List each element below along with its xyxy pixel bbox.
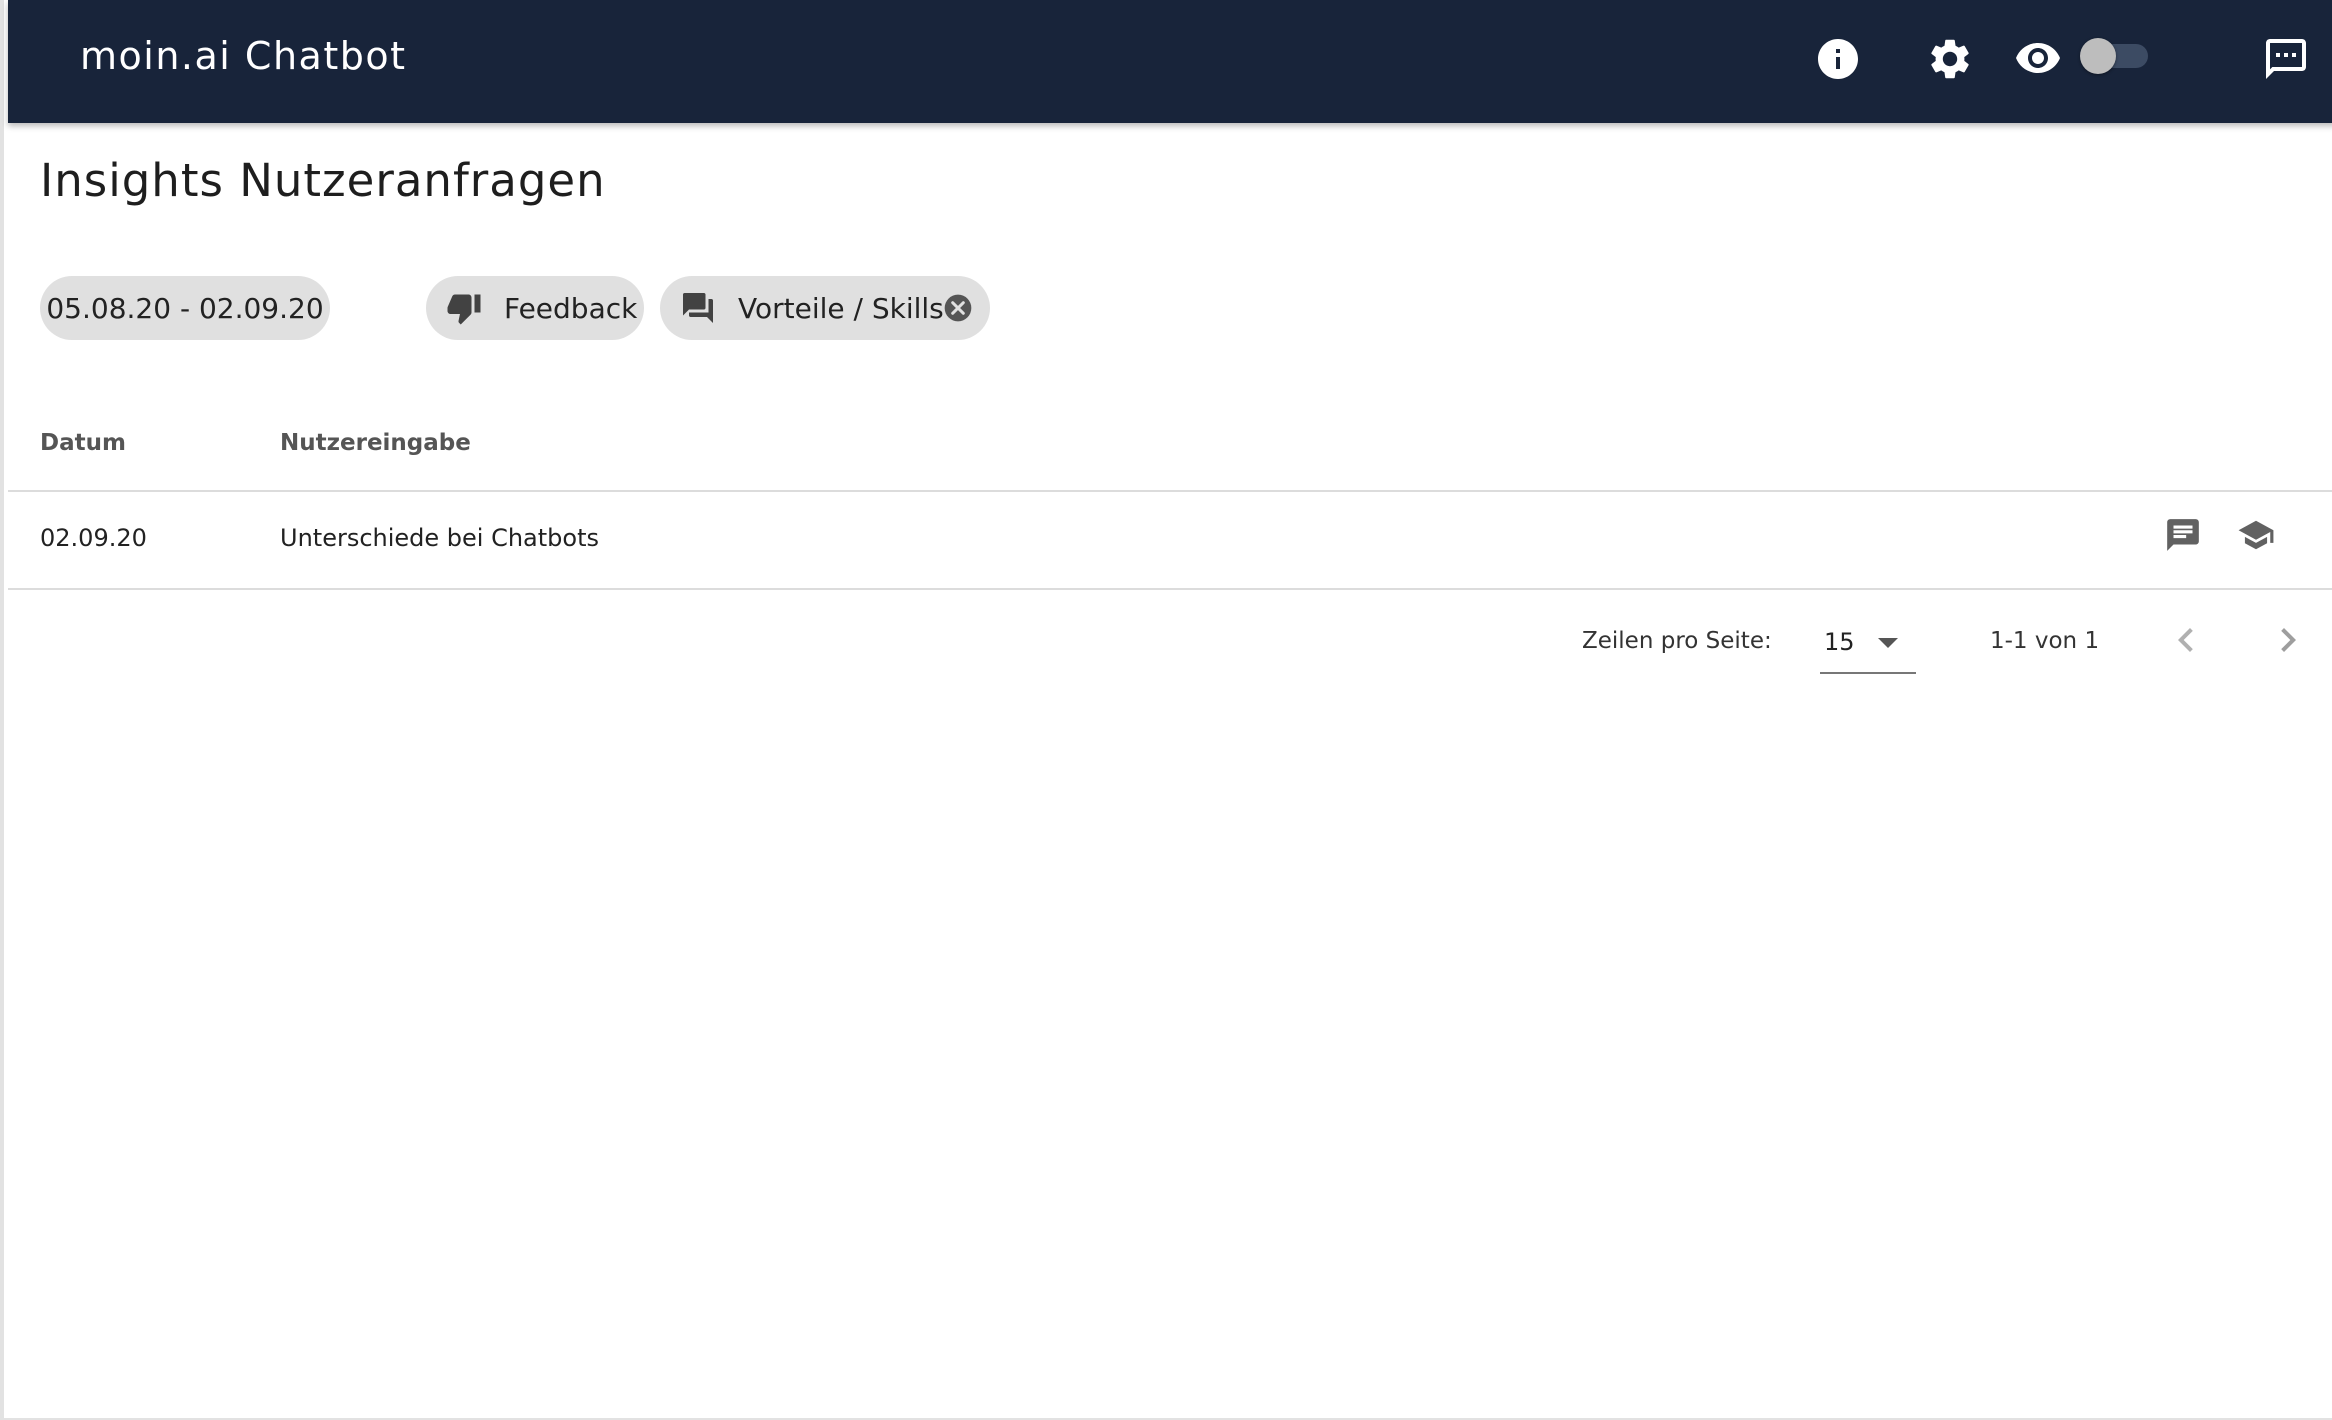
row-input: Unterschiede bei Chatbots [280,524,600,552]
rows-per-page-label: Zeilen pro Seite: [1582,628,1772,654]
pagination-footer: Zeilen pro Seite: 15 1-1 von 1 [8,590,2332,714]
app-bar: moin.ai Chatbot [8,0,2332,123]
topic-label: Vorteile / Skills [738,291,944,325]
comment-icon[interactable] [2164,516,2202,554]
column-header-input[interactable]: Nutzereingabe [280,430,471,456]
rows-per-page-value: 15 [1824,628,1855,656]
date-range-chip[interactable]: 05.08.20 - 02.09.20 [40,276,330,340]
chevron-right-icon[interactable] [2264,616,2312,664]
app-frame: moin.ai Chatbot Insights Nutzeranfragen … [0,0,2332,1420]
app-title: moin.ai Chatbot [80,34,407,78]
forum-icon [680,290,716,326]
topic-chip[interactable]: Vorteile / Skills [660,276,990,340]
column-header-date[interactable]: Datum [40,430,126,456]
feedback-chip[interactable]: Feedback [426,276,644,340]
close-icon[interactable] [942,292,974,324]
insights-table: Datum Nutzereingabe 02.09.20 Unterschied… [8,400,2332,714]
chevron-left-icon[interactable] [2162,616,2210,664]
thumb-down-icon [446,290,482,326]
eye-icon[interactable] [2014,34,2062,82]
date-range-label: 05.08.20 - 02.09.20 [46,291,324,325]
preview-toggle[interactable] [2080,38,2148,74]
feedback-label: Feedback [504,291,638,325]
info-icon[interactable] [1814,35,1862,83]
graduation-cap-icon[interactable] [2237,516,2275,554]
pagination-range: 1-1 von 1 [1990,628,2100,654]
toggle-knob [2080,38,2116,74]
page-title: Insights Nutzeranfragen [40,154,606,207]
chat-icon[interactable] [2262,35,2310,83]
rows-per-page-select[interactable]: 15 [1820,612,1916,674]
row-date: 02.09.20 [40,524,147,552]
caret-down-icon [1878,638,1898,648]
table-row[interactable]: 02.09.20 Unterschiede bei Chatbots [8,492,2332,590]
table-header: Datum Nutzereingabe [8,400,2332,492]
gear-icon[interactable] [1926,35,1974,83]
